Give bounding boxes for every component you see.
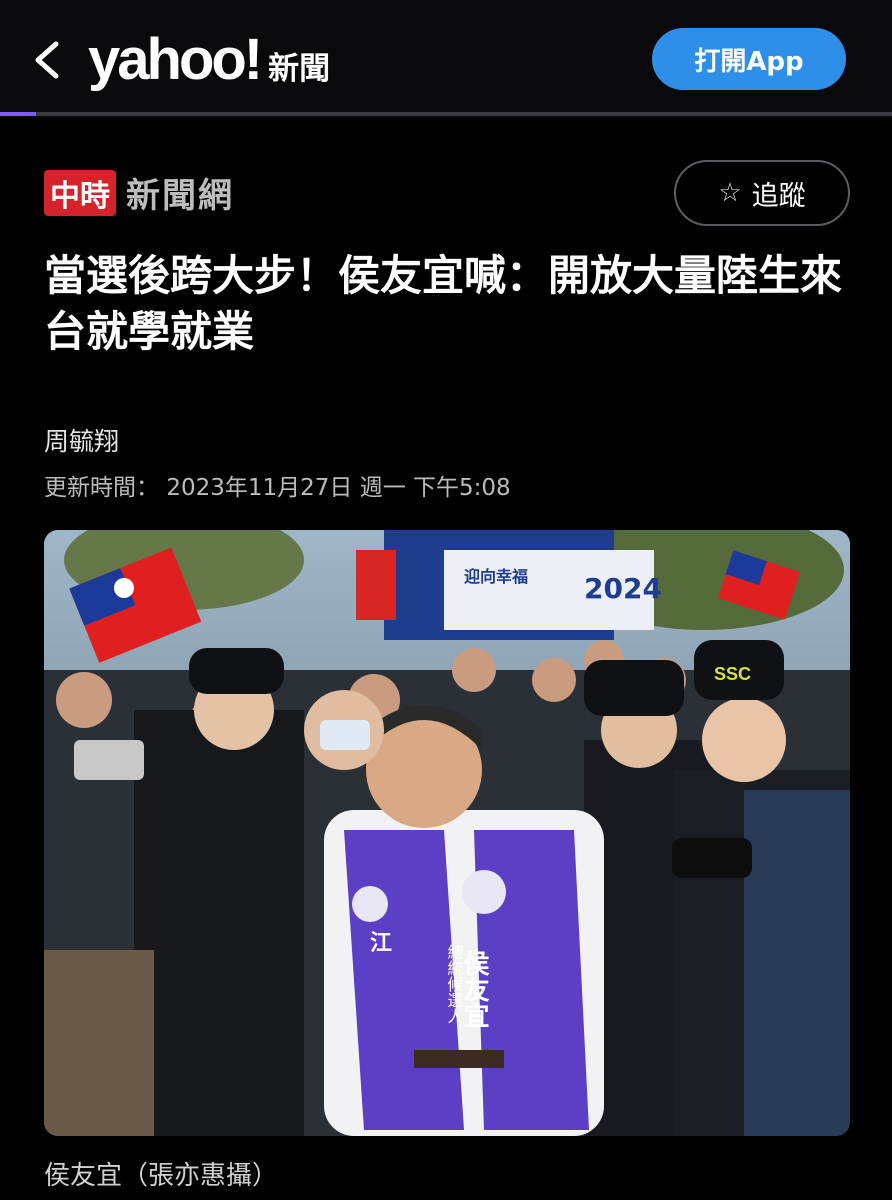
- article-author[interactable]: 周毓翔: [44, 422, 119, 458]
- follow-button[interactable]: ☆ 追蹤: [674, 160, 850, 226]
- article-photo[interactable]: 2024 迎向幸福 SSC 侯友宜 總統候選人 江: [44, 530, 850, 1136]
- follow-label: 追蹤: [751, 180, 806, 212]
- vest-name: 侯友宜: [459, 950, 489, 1028]
- star-outline-icon: ☆: [718, 178, 742, 208]
- source-logo[interactable]: 中時 新聞網: [44, 168, 234, 217]
- sign-text: 迎向幸福: [464, 567, 528, 586]
- top-bar: yahoo! 新聞 打開App: [0, 0, 892, 118]
- cap-label: SSC: [714, 664, 751, 684]
- sign-year: 2024: [584, 572, 662, 605]
- article-headline: 當選後跨大步！侯友宜喊：開放大量陸生來台就學就業: [44, 251, 843, 356]
- vest-side-text: 江: [370, 931, 392, 956]
- open-app-button[interactable]: 打開App: [652, 28, 846, 90]
- news-logo-text: 新聞: [268, 51, 331, 87]
- back-button[interactable]: [30, 40, 66, 80]
- photo-caption: 侯友宜（張亦惠攝）: [44, 1161, 279, 1191]
- reading-progress-fill: [0, 112, 36, 116]
- source-badge: 中時: [44, 169, 116, 216]
- article-updated-time: 更新時間： 2023年11月27日 週一 下午5:08: [44, 468, 511, 502]
- updated-label: 更新時間：: [44, 475, 159, 501]
- chevron-left-icon: [35, 41, 59, 79]
- yahoo-news-logo[interactable]: yahoo! 新聞: [88, 26, 331, 92]
- vest-title: 總統候選人: [445, 944, 464, 1024]
- source-name: 新聞網: [126, 176, 234, 216]
- updated-value: 2023年11月27日 週一 下午5:08: [166, 475, 511, 501]
- photo-illustration: 2024 迎向幸福 SSC 侯友宜 總統候選人 江: [44, 530, 850, 1136]
- reading-progress-track: [0, 112, 892, 116]
- yahoo-logo-text: yahoo!: [88, 27, 263, 92]
